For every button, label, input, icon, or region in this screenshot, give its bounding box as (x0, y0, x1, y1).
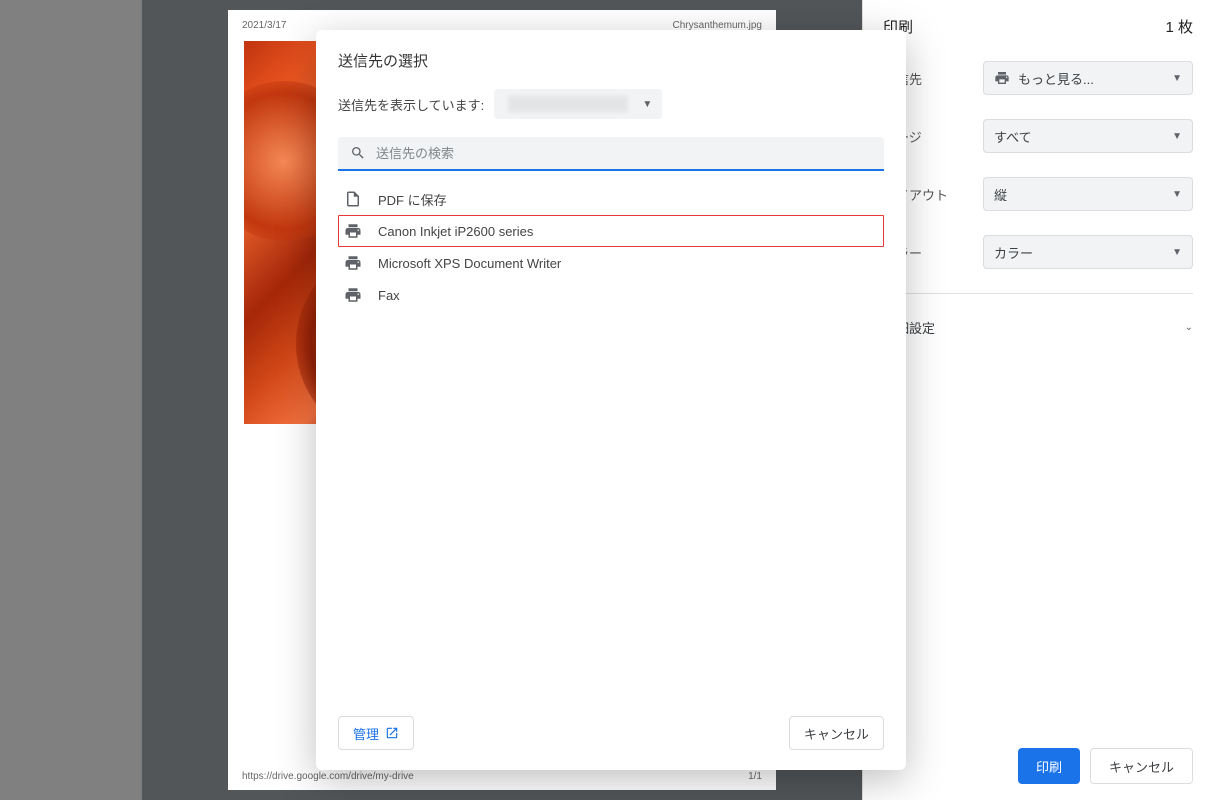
destination-item[interactable]: Fax (338, 279, 884, 311)
destination-label: Microsoft XPS Document Writer (378, 256, 561, 271)
showing-destinations-label: 送信先を表示しています: (338, 95, 484, 114)
destination-label: Fax (378, 288, 400, 303)
account-blurred (508, 96, 628, 112)
destination-item[interactable]: Canon Inkjet iP2600 series (338, 215, 884, 247)
modal-cancel-button[interactable]: キャンセル (789, 716, 884, 750)
destination-item[interactable]: PDF に保存 (338, 183, 884, 215)
open-external-icon (385, 726, 399, 740)
printer-icon (344, 254, 362, 272)
destination-search[interactable] (338, 137, 884, 171)
file-icon (344, 190, 362, 208)
manage-button[interactable]: 管理 (338, 716, 414, 750)
account-selector[interactable]: ▼ (494, 89, 662, 119)
destination-label: PDF に保存 (378, 190, 447, 209)
destination-picker-modal: 送信先の選択 送信先を表示しています: ▼ PDF に保存 Canon Inkje… (316, 30, 906, 770)
search-icon (350, 145, 366, 161)
printer-icon (344, 286, 362, 304)
destination-list: PDF に保存 Canon Inkjet iP2600 series Microso… (338, 183, 884, 311)
search-input[interactable] (376, 146, 872, 161)
destination-item[interactable]: Microsoft XPS Document Writer (338, 247, 884, 279)
modal-title: 送信先の選択 (338, 50, 884, 71)
destination-label: Canon Inkjet iP2600 series (378, 224, 533, 239)
printer-icon (344, 222, 362, 240)
manage-label: 管理 (353, 724, 379, 743)
chevron-down-icon: ▼ (642, 99, 652, 110)
